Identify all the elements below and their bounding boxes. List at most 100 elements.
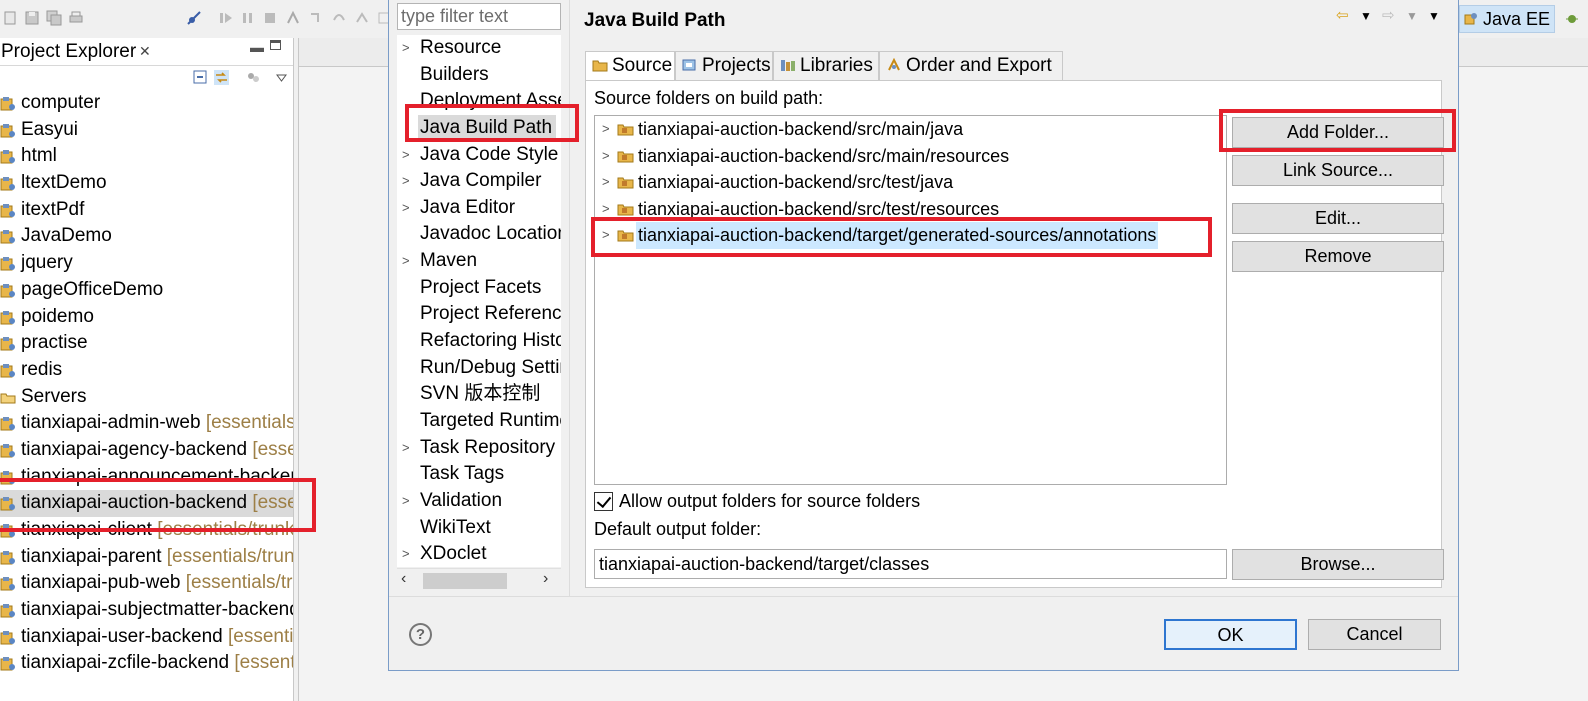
project-item[interactable]: tianxiapai-pub-web [essentials/trunk] bbox=[0, 570, 293, 597]
page-menu-icon[interactable]: ▼ bbox=[1428, 9, 1440, 23]
nav-item[interactable]: Java Build Path bbox=[397, 114, 561, 142]
cancel-button[interactable]: Cancel bbox=[1308, 619, 1441, 650]
remove-button[interactable]: Remove bbox=[1232, 241, 1444, 272]
chevron-right-icon[interactable]: > bbox=[402, 195, 410, 222]
chevron-right-icon[interactable]: > bbox=[602, 169, 610, 196]
tab-order-and-export[interactable]: Order and Export bbox=[879, 51, 1063, 80]
chevron-right-icon[interactable]: > bbox=[402, 541, 410, 567]
print-icon[interactable] bbox=[68, 10, 84, 26]
tab-libraries[interactable]: Libraries bbox=[773, 51, 879, 80]
back-menu-icon[interactable]: ▼ bbox=[1360, 9, 1372, 23]
project-item[interactable]: tianxiapai-parent [essentials/trunk] bbox=[0, 544, 293, 571]
nav-item[interactable]: Refactoring History bbox=[397, 328, 561, 355]
collapse-all-icon[interactable] bbox=[193, 70, 208, 85]
nav-item[interactable]: > Maven bbox=[397, 248, 561, 275]
chevron-right-icon[interactable]: > bbox=[402, 168, 410, 195]
skip-breakpoints-icon[interactable] bbox=[186, 10, 202, 26]
project-item[interactable]: poidemo bbox=[0, 304, 293, 331]
scroll-thumb[interactable] bbox=[423, 573, 507, 589]
maximize-icon[interactable] bbox=[270, 40, 281, 50]
project-item[interactable]: computer bbox=[0, 90, 293, 117]
suspend-icon[interactable] bbox=[240, 10, 256, 26]
source-folder-row[interactable]: > tianxiapai-auction-backend/src/test/jav… bbox=[595, 169, 1226, 196]
project-item[interactable]: tianxiapai-admin-web [essentials/ bbox=[0, 410, 293, 437]
minimize-icon[interactable]: ▬ bbox=[250, 39, 264, 55]
project-item[interactable]: Easyui bbox=[0, 117, 293, 144]
tab-projects[interactable]: Projects bbox=[675, 51, 773, 80]
project-item[interactable]: redis bbox=[0, 357, 293, 384]
ok-button[interactable]: OK bbox=[1164, 619, 1297, 650]
tab-source[interactable]: Source bbox=[585, 51, 675, 81]
project-item[interactable]: html bbox=[0, 143, 293, 170]
chevron-right-icon[interactable]: > bbox=[402, 142, 410, 169]
chevron-right-icon[interactable]: > bbox=[602, 196, 610, 223]
nav-item[interactable]: Targeted Runtimes bbox=[397, 408, 561, 435]
forward-menu-icon[interactable]: ▼ bbox=[1406, 9, 1418, 23]
save-all-icon[interactable] bbox=[46, 10, 62, 26]
scroll-left-icon[interactable]: ‹ bbox=[401, 570, 406, 588]
project-item[interactable]: tianxiapai-user-backend [essentials/ bbox=[0, 624, 293, 651]
nav-item[interactable]: > Java Compiler bbox=[397, 168, 561, 195]
step-over-icon[interactable] bbox=[331, 10, 347, 26]
project-item[interactable]: tianxiapai-agency-backend [essentials/ bbox=[0, 437, 293, 464]
step-return-icon[interactable] bbox=[354, 10, 370, 26]
project-item[interactable]: practise bbox=[0, 330, 293, 357]
disconnect-icon[interactable] bbox=[285, 10, 301, 26]
chevron-right-icon[interactable]: > bbox=[602, 143, 610, 170]
chevron-right-icon[interactable]: > bbox=[402, 435, 410, 462]
project-item[interactable]: tianxiapai-subjectmatter-backend bbox=[0, 597, 293, 624]
java-ee-perspective-button[interactable]: Java EE bbox=[1459, 5, 1555, 33]
back-icon[interactable]: ⇦ bbox=[1336, 6, 1349, 24]
project-item[interactable]: tianxiapai-client [essentials/trunk] bbox=[0, 517, 293, 544]
chevron-right-icon[interactable]: > bbox=[402, 35, 410, 62]
edit-button[interactable]: Edit... bbox=[1232, 203, 1444, 234]
chevron-right-icon[interactable]: > bbox=[402, 488, 410, 515]
nav-item[interactable]: Project References bbox=[397, 301, 561, 328]
add-folder-button[interactable]: Add Folder... bbox=[1232, 117, 1444, 148]
terminate-icon[interactable] bbox=[262, 10, 278, 26]
nav-item[interactable]: > Validation bbox=[397, 488, 561, 515]
nav-item[interactable]: > XDoclet bbox=[397, 541, 561, 567]
help-icon[interactable]: ? bbox=[409, 623, 432, 646]
forward-icon[interactable]: ⇨ bbox=[1382, 6, 1395, 24]
nav-item[interactable]: > Resource bbox=[397, 35, 561, 62]
chevron-right-icon[interactable]: > bbox=[602, 222, 610, 249]
project-item[interactable]: JavaDemo bbox=[0, 223, 293, 250]
new-icon[interactable] bbox=[3, 10, 19, 26]
project-item[interactable]: jquery bbox=[0, 250, 293, 277]
nav-item[interactable]: > Java Editor bbox=[397, 195, 561, 222]
project-item[interactable]: ltextDemo bbox=[0, 170, 293, 197]
link-with-editor-icon[interactable] bbox=[214, 70, 229, 85]
filter-input[interactable] bbox=[397, 3, 561, 30]
source-folder-row[interactable]: > tianxiapai-auction-backend/src/main/res… bbox=[595, 143, 1226, 170]
project-item[interactable]: itextPdf bbox=[0, 197, 293, 224]
project-item[interactable]: Servers bbox=[0, 384, 293, 411]
nav-item[interactable]: Builders bbox=[397, 62, 561, 89]
project-item[interactable]: tianxiapai-announcement-backend bbox=[0, 464, 293, 491]
nav-horizontal-scrollbar[interactable]: ‹ › bbox=[397, 568, 561, 592]
checkbox[interactable] bbox=[594, 492, 613, 511]
chevron-right-icon[interactable]: > bbox=[402, 248, 410, 275]
project-item[interactable]: tianxiapai-zcfile-backend [essentials/ bbox=[0, 650, 293, 677]
source-folder-row[interactable]: > tianxiapai-auction-backend/src/test/res… bbox=[595, 196, 1226, 223]
resume-icon[interactable] bbox=[218, 10, 234, 26]
nav-item[interactable]: > Java Code Style bbox=[397, 142, 561, 169]
source-folder-row[interactable]: > tianxiapai-auction-backend/src/main/jav… bbox=[595, 116, 1226, 143]
nav-item[interactable]: Run/Debug Settings bbox=[397, 355, 561, 382]
nav-item[interactable]: WikiText bbox=[397, 515, 561, 542]
nav-item[interactable]: Javadoc Location bbox=[397, 221, 561, 248]
source-folder-row[interactable]: > tianxiapai-auction-backend/target/gener… bbox=[595, 222, 1226, 249]
nav-item[interactable]: Task Tags bbox=[397, 461, 561, 488]
close-icon[interactable]: ✕ bbox=[139, 43, 151, 60]
project-item[interactable]: tianxiapai-auction-backend [essentials/ bbox=[0, 490, 293, 517]
view-menu-icon[interactable] bbox=[274, 70, 289, 85]
browse-button[interactable]: Browse... bbox=[1232, 549, 1444, 580]
project-item[interactable]: pageOfficeDemo bbox=[0, 277, 293, 304]
nav-item[interactable]: Deployment Assembly bbox=[397, 88, 561, 115]
nav-item[interactable]: SVN 版本控制 bbox=[397, 381, 561, 408]
chevron-right-icon[interactable]: > bbox=[602, 116, 610, 143]
project-explorer-tab[interactable]: Project Explorer ✕ ▬ bbox=[0, 38, 293, 66]
nav-item[interactable]: > Task Repository bbox=[397, 435, 561, 462]
save-icon[interactable] bbox=[24, 10, 40, 26]
nav-item[interactable]: Project Facets bbox=[397, 275, 561, 302]
